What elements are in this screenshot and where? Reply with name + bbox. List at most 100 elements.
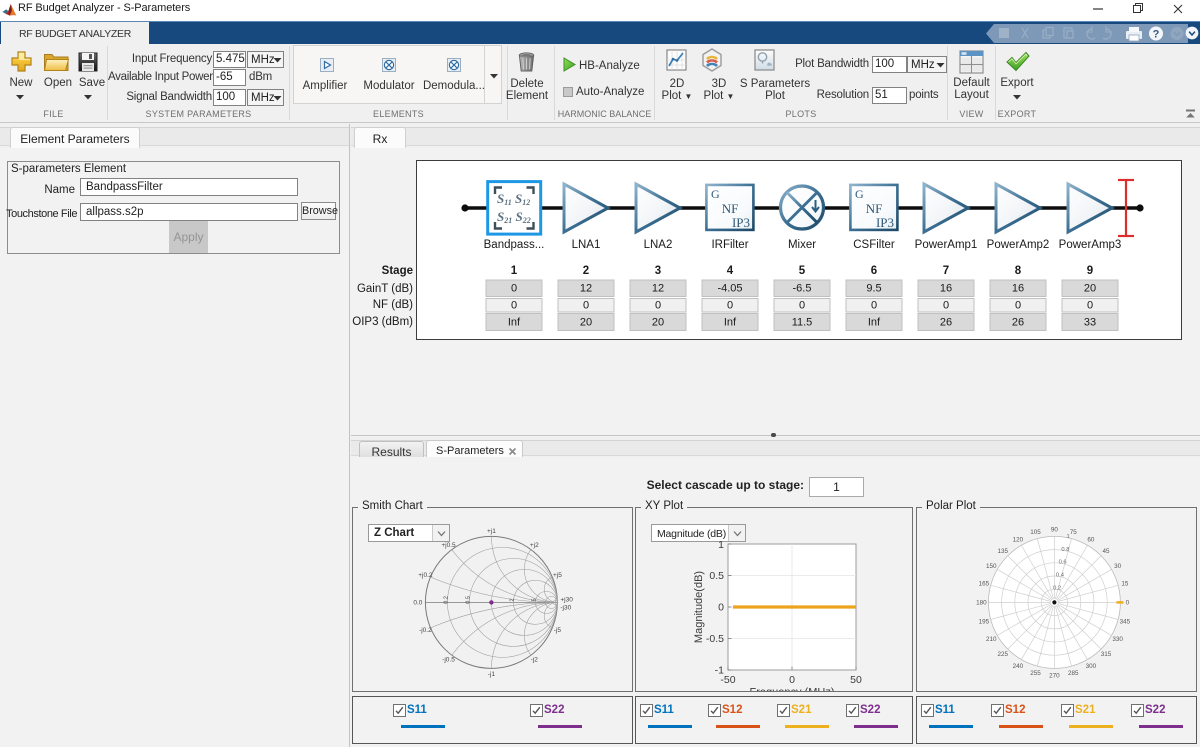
svg-text:75: 75 [1070,529,1078,536]
svg-text:2: 2 [509,598,515,601]
svg-text:IP3: IP3 [876,215,894,230]
svg-text:1: 1 [511,265,518,277]
svg-text:20: 20 [1084,283,1096,295]
svg-text:6: 6 [871,265,877,277]
svg-text:+j30: +j30 [560,596,573,603]
svg-text:0.4: 0.4 [1056,573,1065,579]
svg-text:45: 45 [1102,548,1110,555]
svg-text:LNA1: LNA1 [572,239,601,251]
svg-text:0: 0 [1126,600,1130,607]
svg-text:0: 0 [1015,300,1021,312]
svg-text:8: 8 [1015,265,1022,277]
svg-text:Mixer: Mixer [788,239,816,251]
svg-text:4: 4 [727,265,734,277]
svg-text:-j30: -j30 [560,604,571,611]
svg-text:PowerAmp1: PowerAmp1 [915,239,978,251]
svg-text:0: 0 [583,300,589,312]
svg-text:0.5: 0.5 [709,570,724,582]
svg-text:+j5: +j5 [553,572,562,579]
svg-text:16: 16 [940,283,952,295]
svg-text:105: 105 [1030,529,1041,536]
svg-text:0: 0 [871,300,877,312]
svg-text:+j1: +j1 [487,528,496,535]
svg-text:12: 12 [580,283,592,295]
svg-text:3: 3 [655,265,661,277]
svg-text:0.2: 0.2 [1053,586,1061,592]
svg-text:60: 60 [1087,536,1095,543]
svg-text:CSFilter: CSFilter [853,239,895,251]
svg-text:LNA2: LNA2 [644,239,673,251]
svg-text:15: 15 [1121,581,1129,588]
svg-text:Bandpass...: Bandpass... [484,239,545,251]
svg-text:0: 0 [727,300,733,312]
svg-text:90: 90 [1051,527,1059,534]
svg-text:11.5: 11.5 [792,317,813,329]
svg-text:+j0.2: +j0.2 [418,572,433,579]
svg-text:50: 50 [850,674,862,686]
svg-text:0: 0 [718,602,724,614]
svg-text:210: 210 [986,636,997,643]
svg-text:NF: NF [866,201,883,216]
svg-text:PowerAmp2: PowerAmp2 [987,239,1050,251]
svg-text:0: 0 [511,300,517,312]
svg-text:-50: -50 [720,674,735,686]
svg-text:150: 150 [986,563,997,570]
svg-text:0: 0 [1087,300,1093,312]
svg-text:NF: NF [722,201,739,216]
svg-text:NF (dB): NF (dB) [373,299,413,311]
svg-text:1: 1 [718,539,724,551]
svg-text:0.8: 0.8 [1061,547,1069,553]
svg-text:26: 26 [1012,317,1024,329]
svg-text:Frequency (MHz): Frequency (MHz) [750,687,835,693]
svg-text:-4.05: -4.05 [717,283,742,295]
svg-text:315: 315 [1101,651,1112,658]
svg-text:G: G [855,187,864,201]
svg-text:PowerAmp3: PowerAmp3 [1059,239,1122,251]
svg-text:Inf: Inf [508,317,521,329]
svg-text:-j5: -j5 [554,627,562,634]
svg-text:30: 30 [1114,563,1122,570]
svg-text:2: 2 [583,265,589,277]
svg-text:285: 285 [1068,670,1079,677]
svg-text:-j1: -j1 [488,671,496,678]
svg-text:OIP3 (dBm): OIP3 (dBm) [352,316,413,328]
svg-text:225: 225 [998,651,1009,658]
svg-text:Inf: Inf [868,317,881,329]
svg-text:+j0.5: +j0.5 [441,542,456,549]
svg-text:GainT (dB): GainT (dB) [357,283,413,295]
svg-text:0.0: 0.0 [413,599,422,606]
svg-text:-j0.5: -j0.5 [442,657,455,664]
svg-text:5: 5 [531,598,537,601]
svg-text:-0.5: -0.5 [706,633,724,645]
svg-text:20: 20 [580,317,592,329]
svg-text:20: 20 [652,317,664,329]
svg-text:0: 0 [943,300,949,312]
svg-text:Magnitude(dB): Magnitude(dB) [693,571,705,643]
svg-text:330: 330 [1112,636,1123,643]
svg-text:0: 0 [511,283,517,295]
svg-text:0: 0 [799,300,805,312]
svg-text:0: 0 [655,300,661,312]
svg-text:-6.5: -6.5 [793,283,812,295]
svg-text:26: 26 [940,317,952,329]
svg-text:240: 240 [1013,663,1024,670]
svg-text:195: 195 [979,619,990,626]
svg-text:-j0.2: -j0.2 [419,627,432,634]
svg-text:12: 12 [652,283,664,295]
svg-text:1: 1 [1066,534,1069,540]
svg-text:180: 180 [976,600,987,607]
svg-text:5: 5 [799,265,806,277]
svg-text:IRFilter: IRFilter [711,239,748,251]
svg-text:270: 270 [1049,673,1060,680]
svg-text:135: 135 [998,548,1009,555]
svg-text:120: 120 [1013,536,1024,543]
svg-text:33: 33 [1084,317,1096,329]
svg-text:300: 300 [1086,663,1097,670]
svg-text:Inf: Inf [724,317,737,329]
svg-text:IP3: IP3 [732,215,750,230]
svg-text:9.5: 9.5 [866,283,881,295]
svg-text:345: 345 [1120,619,1131,626]
svg-text:0.2: 0.2 [443,596,449,604]
svg-text:0: 0 [789,674,795,686]
svg-text:Stage: Stage [382,265,413,277]
